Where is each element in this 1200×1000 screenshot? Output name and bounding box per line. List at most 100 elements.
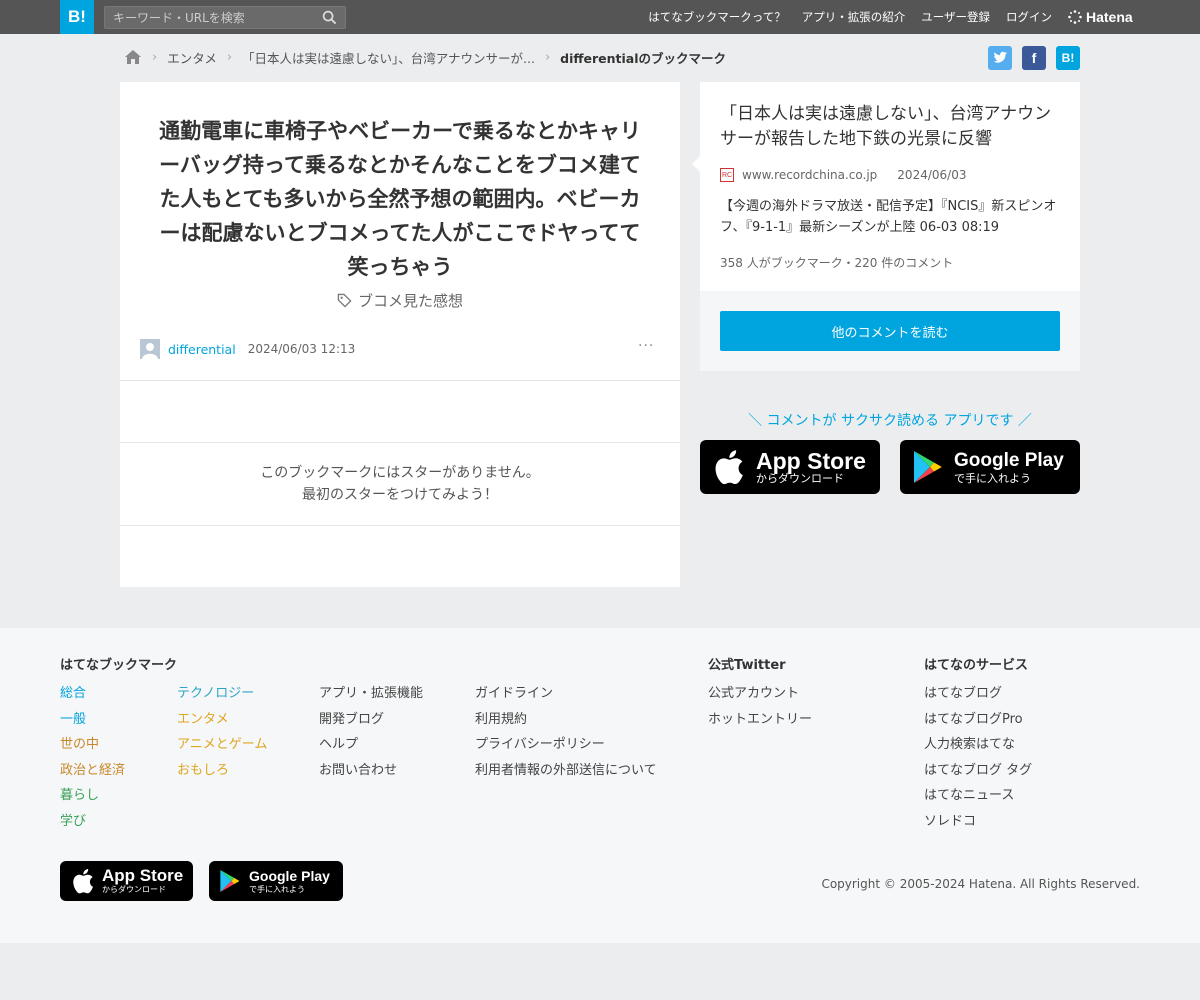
twitter-share-icon[interactable] — [988, 46, 1012, 70]
footer-link-anime-game[interactable]: アニメとゲーム — [177, 732, 267, 758]
footer-services-links: はてなブログ はてなブログPro 人力検索はてな はてなブログ タグ はてなニュ… — [924, 681, 1032, 834]
footer-link-official-account[interactable]: 公式アカウント — [708, 681, 812, 707]
footer-links-c: アプリ・拡張機能 開発ブログ ヘルプ お問い合わせ — [319, 681, 423, 783]
footer-link-general[interactable]: 総合 — [60, 681, 125, 707]
entry-bookmark-count[interactable]: 358 人がブックマーク・220 件のコメント — [720, 254, 953, 271]
footer-link-news[interactable]: はてなニュース — [924, 783, 1032, 809]
top-nav: はてなブックマークって？ アプリ・拡張の紹介 ユーザー登録 ログイン — [648, 0, 1052, 34]
bookmark-tag[interactable]: ブコメ見た感想 — [120, 290, 680, 311]
entry-summary[interactable]: 【今週の海外ドラマ放送・配信予定】『NCIS』新スピンオフ、『9-1-1』最新シ… — [720, 196, 1060, 238]
top-bar: B! はてなブックマークって？ アプリ・拡張の紹介 ユーザー登録 ログイン Ha… — [0, 0, 1200, 34]
footer-link-contact[interactable]: お問い合わせ — [319, 758, 423, 784]
footer-services-title: はてなのサービス — [924, 658, 1029, 673]
no-star-message: このブックマークにはスターがありません。 最初のスターをつけてみよう！ — [120, 462, 680, 506]
entry-domain[interactable]: www.recordchina.co.jp — [742, 168, 877, 182]
footer-links-d: ガイドライン 利用規約 プライバシーポリシー 利用者情報の外部送信について — [475, 681, 657, 783]
footer-link-external-data[interactable]: 利用者情報の外部送信について — [475, 758, 657, 784]
tag-label: ブコメ見た感想 — [357, 292, 463, 310]
app-store-label: App Store — [756, 447, 866, 474]
footer-link-apps[interactable]: アプリ・拡張機能 — [319, 681, 423, 707]
footer-link-life[interactable]: 暮らし — [60, 783, 125, 809]
divider — [120, 442, 680, 443]
footer-link-help[interactable]: ヘルプ — [319, 732, 423, 758]
no-star-line-1: このブックマークにはスターがありません。 — [260, 465, 540, 481]
tag-icon — [337, 293, 352, 308]
search-icon[interactable] — [322, 10, 337, 25]
breadcrumb-entry[interactable]: 「日本人は実は遠慮しない」、台湾アナウンサーが... — [242, 48, 535, 67]
footer-link-all[interactable]: 一般 — [60, 707, 125, 733]
avatar[interactable] — [140, 339, 160, 359]
read-other-comments-button[interactable]: 他のコメントを読む — [720, 311, 1060, 351]
hatena-bookmark-logo[interactable]: B! — [60, 0, 94, 34]
footer-bookmark-title: はてなブックマーク — [60, 658, 178, 673]
footer-link-guidelines[interactable]: ガイドライン — [475, 681, 657, 707]
footer-link-soredoko[interactable]: ソレドコ — [924, 809, 1032, 835]
footer-twitter-links: 公式アカウント ホットエントリー — [708, 681, 812, 732]
google-play-icon — [220, 870, 240, 892]
bookmark-author: differential 2024/06/03 12:13 — [140, 339, 355, 359]
home-icon[interactable] — [124, 49, 142, 65]
breadcrumb-category[interactable]: エンタメ — [167, 48, 217, 67]
footer-link-fun[interactable]: おもしろ — [177, 758, 267, 784]
google-play-icon — [914, 451, 942, 483]
footer-google-play-sublabel: で手に入れよう — [249, 885, 305, 894]
chevron-right-icon: › — [152, 49, 158, 65]
google-play-label: Google Play — [954, 449, 1064, 471]
search-box[interactable] — [104, 6, 346, 29]
user-link[interactable]: differential — [168, 342, 236, 357]
footer-link-privacy[interactable]: プライバシーポリシー — [475, 732, 657, 758]
footer-link-blog-pro[interactable]: はてなブログPro — [924, 707, 1032, 733]
google-play-button[interactable]: Google Play で手に入れよう — [900, 440, 1080, 494]
site-favicon-icon: RC — [720, 168, 734, 182]
footer: はてなブックマーク 総合 一般 世の中 政治と経済 暮らし 学び テクノロジー … — [0, 628, 1200, 943]
footer-link-dev-blog[interactable]: 開発ブログ — [319, 707, 423, 733]
footer-google-play-button[interactable]: Google Play で手に入れよう — [209, 861, 343, 901]
footer-link-entertainment[interactable]: エンタメ — [177, 707, 267, 733]
footer-link-terms[interactable]: 利用規約 — [475, 707, 657, 733]
divider — [120, 380, 680, 381]
bookmark-date[interactable]: 2024/06/03 12:13 — [248, 342, 356, 356]
copyright: Copyright © 2005-2024 Hatena. All Rights… — [821, 877, 1140, 891]
footer-categories-b: テクノロジー エンタメ アニメとゲーム おもしろ — [177, 681, 267, 783]
footer-link-blog-tag[interactable]: はてなブログ タグ — [924, 758, 1032, 784]
google-play-sublabel: で手に入れよう — [954, 472, 1031, 485]
chevron-right-icon: › — [544, 49, 551, 65]
nav-apps[interactable]: アプリ・拡張の紹介 — [802, 9, 906, 25]
divider — [120, 525, 680, 526]
hatena-dots-icon — [1068, 10, 1082, 24]
more-options-icon[interactable]: ··· — [638, 338, 654, 354]
footer-link-knowledge[interactable]: 学び — [60, 809, 125, 835]
hatena-brand-label: Hatena — [1086, 9, 1133, 25]
footer-link-jinriki[interactable]: 人力検索はてな — [924, 732, 1032, 758]
footer-link-hotentry[interactable]: ホットエントリー — [708, 707, 812, 733]
footer-google-play-label: Google Play — [249, 868, 330, 884]
facebook-share-icon[interactable]: f — [1022, 46, 1046, 70]
no-star-line-2: 最初のスターをつけてみよう！ — [302, 487, 498, 503]
footer-categories-a: 総合 一般 世の中 政治と経済 暮らし 学び — [60, 681, 125, 834]
hatena-brand[interactable]: Hatena — [1068, 0, 1133, 34]
footer-link-tech[interactable]: テクノロジー — [177, 681, 267, 707]
footer-link-politics[interactable]: 政治と経済 — [60, 758, 125, 784]
bookmark-card: 通勤電車に車椅子やベビーカーで乗るなとかキャリーバッグ持って乗るなとかそんなこと… — [120, 82, 680, 587]
app-store-button[interactable]: App Store からダウンロード — [700, 440, 880, 494]
breadcrumb: › エンタメ › 「日本人は実は遠慮しない」、台湾アナウンサーが... › di… — [124, 46, 726, 68]
bookmark-comment: 通勤電車に車椅子やベビーカーで乗るなとかキャリーバッグ持って乗るなとかそんなこと… — [159, 119, 641, 279]
hatena-share-icon[interactable]: B! — [1056, 46, 1080, 70]
entry-meta: RC www.recordchina.co.jp 2024/06/03 — [720, 168, 966, 182]
entry-title[interactable]: 「日本人は実は遠慮しない」、台湾アナウンサーが報告した地下鉄の光景に反響 — [720, 102, 1065, 152]
apple-icon — [73, 868, 93, 894]
footer-app-store-label: App Store — [102, 866, 184, 885]
footer-app-store-button[interactable]: App Store からダウンロード — [60, 861, 193, 901]
entry-card-footer: 他のコメントを読む — [700, 291, 1080, 371]
app-promo-text: ＼ コメントが サクサク読める アプリです ／ — [748, 413, 1032, 429]
card-pointer — [692, 156, 700, 172]
footer-link-blog[interactable]: はてなブログ — [924, 681, 1032, 707]
breadcrumb-current: differentialのブックマーク — [560, 50, 727, 66]
nav-about[interactable]: はてなブックマークって？ — [648, 9, 785, 25]
search-input[interactable] — [113, 9, 313, 26]
nav-register[interactable]: ユーザー登録 — [921, 9, 990, 25]
footer-link-society[interactable]: 世の中 — [60, 732, 125, 758]
apple-icon — [715, 450, 743, 485]
chevron-right-icon: › — [226, 49, 233, 65]
nav-login[interactable]: ログイン — [1006, 9, 1052, 25]
